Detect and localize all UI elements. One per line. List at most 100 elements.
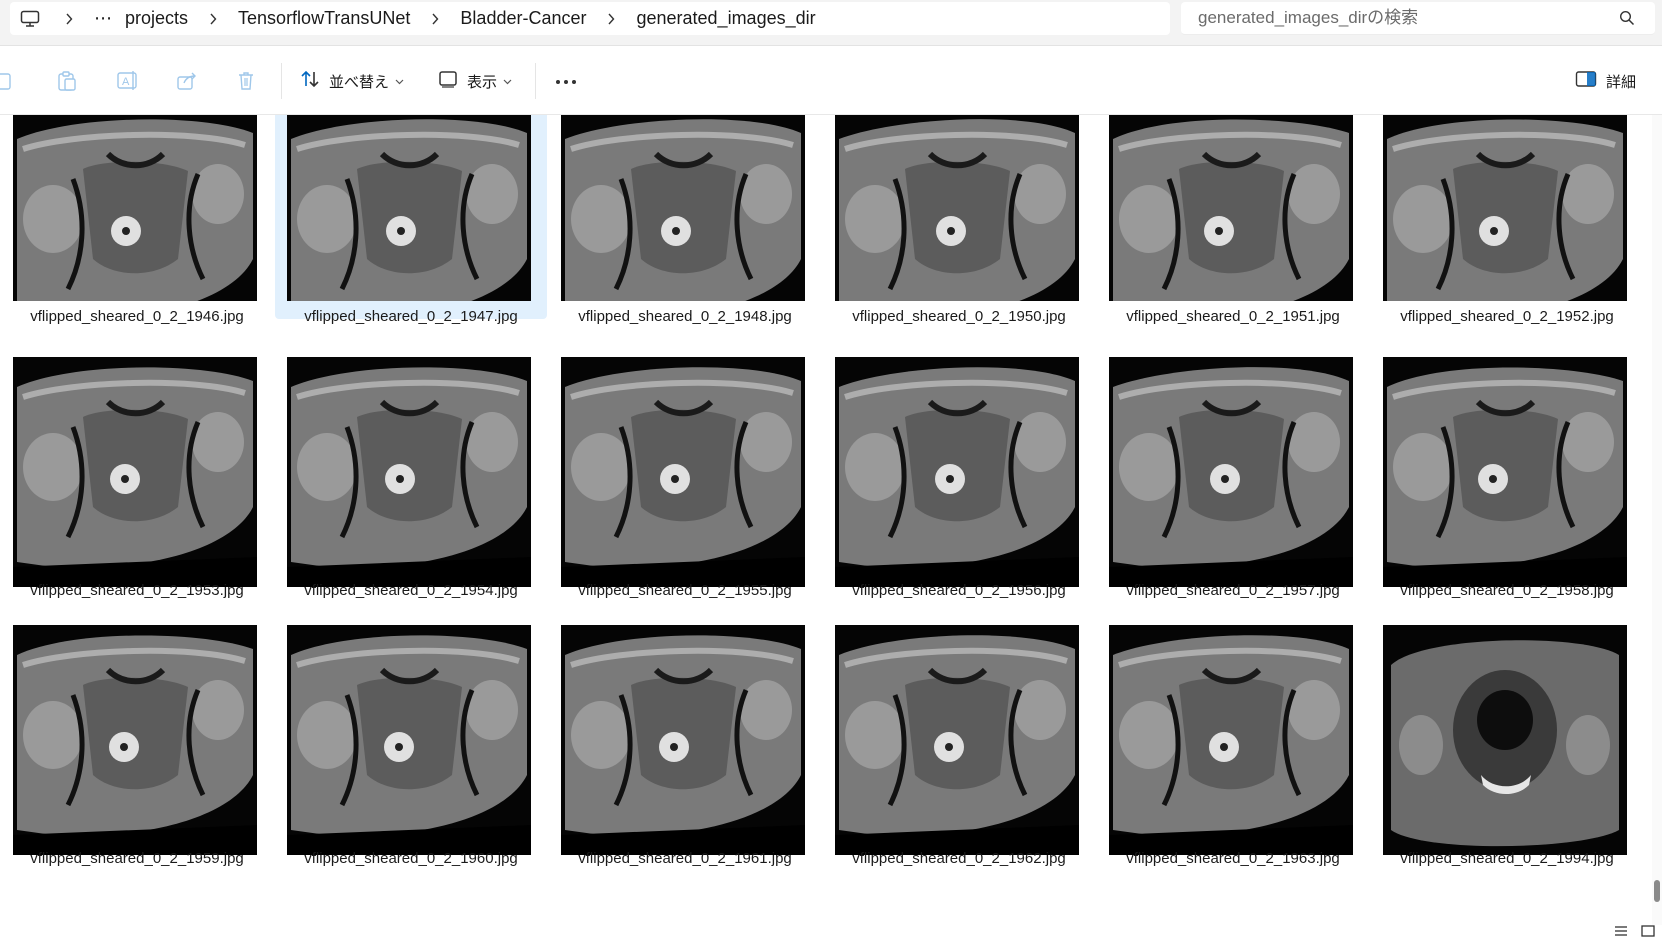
mri-slice-image — [835, 357, 1079, 587]
breadcrumb[interactable]: ⋯ projects TensorflowTransUNet Bladder-C… — [10, 2, 1170, 35]
chevron-down-icon — [503, 72, 512, 90]
file-thumbnail[interactable] — [561, 357, 805, 587]
search-icon[interactable] — [1619, 10, 1635, 31]
mri-slice-image — [13, 625, 257, 855]
file-name: vflipped_sheared_0_2_1952.jpg — [1400, 308, 1614, 325]
paste-icon[interactable] — [56, 65, 78, 97]
mri-slice-image — [1383, 115, 1627, 301]
file-thumbnail[interactable] — [561, 115, 805, 301]
chevron-right-icon[interactable] — [50, 13, 88, 25]
breadcrumb-item-bladder-cancer[interactable]: Bladder-Cancer — [454, 8, 592, 29]
status-bar — [0, 925, 1662, 940]
view-button[interactable]: 表示 — [438, 65, 512, 97]
file-name: vflipped_sheared_0_2_1956.jpg — [852, 582, 1066, 599]
thumbnail-grid: vflipped_sheared_0_2_1946.jpg vflipped_sh… — [0, 115, 1644, 871]
rename-icon[interactable]: A — [116, 65, 140, 97]
file-name: vflipped_sheared_0_2_1950.jpg — [852, 308, 1066, 325]
file-thumbnail[interactable] — [287, 115, 531, 301]
chevron-right-icon[interactable] — [592, 13, 630, 25]
file-item[interactable]: vflipped_sheared_0_2_1959.jpg — [0, 603, 274, 887]
file-thumbnail[interactable] — [1383, 357, 1627, 587]
file-name: vflipped_sheared_0_2_1953.jpg — [30, 582, 244, 599]
file-name: vflipped_sheared_0_2_1947.jpg — [304, 308, 518, 325]
breadcrumb-item-generated-images-dir[interactable]: generated_images_dir — [630, 8, 821, 29]
file-name: vflipped_sheared_0_2_1961.jpg — [578, 850, 792, 867]
vertical-scrollbar[interactable] — [1652, 115, 1662, 925]
scrollbar-thumb[interactable] — [1654, 880, 1660, 902]
mri-slice-image — [287, 115, 531, 301]
delete-icon[interactable] — [236, 65, 256, 97]
file-item[interactable]: vflipped_sheared_0_2_1958.jpg — [1370, 335, 1644, 619]
file-item[interactable]: vflipped_sheared_0_2_1947.jpg — [274, 115, 548, 335]
file-item[interactable]: vflipped_sheared_0_2_1952.jpg — [1370, 115, 1644, 335]
breadcrumb-item-projects[interactable]: projects — [119, 8, 194, 29]
toolbar-divider — [535, 63, 536, 99]
file-thumbnail[interactable] — [1109, 357, 1353, 587]
mri-slice-image — [1383, 625, 1627, 855]
file-thumbnail[interactable] — [835, 357, 1079, 587]
details-label: 詳細 — [1606, 73, 1637, 91]
file-thumbnail[interactable] — [835, 625, 1079, 855]
file-thumbnail[interactable] — [1383, 115, 1627, 301]
search-input[interactable] — [1198, 8, 1598, 28]
monitor-icon[interactable] — [10, 2, 50, 35]
file-thumbnail[interactable] — [1109, 625, 1353, 855]
file-item[interactable]: vflipped_sheared_0_2_1963.jpg — [1096, 603, 1370, 887]
chevron-down-icon — [395, 72, 404, 90]
file-name: vflipped_sheared_0_2_1994.jpg — [1400, 850, 1614, 867]
mri-slice-image — [835, 625, 1079, 855]
file-item[interactable]: vflipped_sheared_0_2_1957.jpg — [1096, 335, 1370, 619]
file-thumbnail[interactable] — [13, 625, 257, 855]
breadcrumb-item-tensorflowtransunet[interactable]: TensorflowTransUNet — [232, 8, 416, 29]
file-item[interactable]: vflipped_sheared_0_2_1954.jpg — [274, 335, 548, 619]
file-item[interactable]: vflipped_sheared_0_2_1994.jpg — [1370, 603, 1644, 887]
file-list-view[interactable]: vflipped_sheared_0_2_1946.jpg vflipped_sh… — [0, 115, 1652, 925]
file-item[interactable]: vflipped_sheared_0_2_1962.jpg — [822, 603, 1096, 887]
view-icon — [438, 70, 458, 93]
file-thumbnail[interactable] — [287, 625, 531, 855]
file-item[interactable]: vflipped_sheared_0_2_1946.jpg — [0, 115, 274, 335]
file-name: vflipped_sheared_0_2_1959.jpg — [30, 850, 244, 867]
file-item[interactable]: vflipped_sheared_0_2_1961.jpg — [548, 603, 822, 887]
view-label: 表示 — [467, 73, 498, 91]
sort-button[interactable]: 並べ替え — [300, 65, 404, 97]
file-name: vflipped_sheared_0_2_1960.jpg — [304, 850, 518, 867]
chevron-right-icon[interactable] — [194, 13, 232, 25]
details-view-icon[interactable] — [1613, 924, 1629, 938]
command-bar: A 並べ替え 表示 詳細 — [0, 47, 1662, 115]
file-thumbnail[interactable] — [1383, 625, 1627, 855]
mri-slice-image — [1383, 357, 1627, 587]
file-thumbnail[interactable] — [835, 115, 1079, 301]
search-box[interactable] — [1181, 2, 1655, 35]
toolbar-divider — [281, 63, 282, 99]
file-item[interactable]: vflipped_sheared_0_2_1950.jpg — [822, 115, 1096, 335]
copy-icon[interactable] — [0, 65, 18, 97]
file-name: vflipped_sheared_0_2_1963.jpg — [1126, 850, 1340, 867]
sort-label: 並べ替え — [329, 73, 390, 91]
mri-slice-image — [1109, 357, 1353, 587]
mri-slice-image — [835, 115, 1079, 301]
file-thumbnail[interactable] — [287, 357, 531, 587]
share-icon[interactable] — [176, 65, 198, 97]
more-locations-icon[interactable]: ⋯ — [88, 8, 119, 29]
file-name: vflipped_sheared_0_2_1958.jpg — [1400, 582, 1614, 599]
file-thumbnail[interactable] — [13, 115, 257, 301]
file-item[interactable]: vflipped_sheared_0_2_1951.jpg — [1096, 115, 1370, 335]
file-name: vflipped_sheared_0_2_1946.jpg — [30, 308, 244, 325]
file-item[interactable]: vflipped_sheared_0_2_1953.jpg — [0, 335, 274, 619]
more-options-button[interactable] — [555, 65, 577, 97]
chevron-right-icon[interactable] — [416, 13, 454, 25]
file-item[interactable]: vflipped_sheared_0_2_1956.jpg — [822, 335, 1096, 619]
file-thumbnail[interactable] — [13, 357, 257, 587]
details-pane-button[interactable]: 詳細 — [1575, 65, 1636, 97]
svg-text:A: A — [122, 76, 130, 88]
file-name: vflipped_sheared_0_2_1957.jpg — [1126, 582, 1340, 599]
file-name: vflipped_sheared_0_2_1954.jpg — [304, 582, 518, 599]
file-thumbnail[interactable] — [561, 625, 805, 855]
sort-icon — [300, 69, 320, 94]
file-item[interactable]: vflipped_sheared_0_2_1955.jpg — [548, 335, 822, 619]
file-thumbnail[interactable] — [1109, 115, 1353, 301]
file-item[interactable]: vflipped_sheared_0_2_1960.jpg — [274, 603, 548, 887]
large-icons-view-icon[interactable] — [1640, 924, 1656, 938]
file-item[interactable]: vflipped_sheared_0_2_1948.jpg — [548, 115, 822, 335]
